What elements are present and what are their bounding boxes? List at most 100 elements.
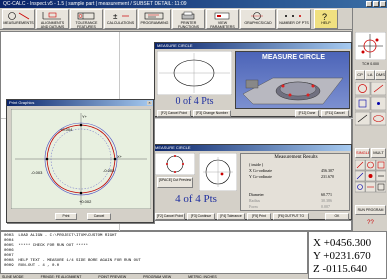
alignments-button[interactable]: ALIGNMENTS AND DATUMS: [36, 9, 69, 29]
part-3d-icon: [242, 77, 344, 105]
cp-button[interactable]: CP: [355, 70, 365, 80]
single-button[interactable]: SINGLE: [355, 148, 370, 158]
diameter-value: 60.771: [321, 192, 332, 197]
output-to-button[interactable]: [F6] OUTPUT TO: [273, 213, 309, 220]
print-cancel-button[interactable]: Cancel: [87, 213, 111, 220]
result-circle-preview: [155, 153, 195, 175]
measure-circle-illustration: MEASURE CIRCLE: [235, 51, 350, 109]
measure-circle-dialog: MEASURE CIRCLE 0 of 4 Pts MEASURE CIRCLE…: [154, 42, 352, 117]
print-graphics-dialog: Print Graphics × Y+ +0.004 -0.003 X+ -0.…: [6, 99, 154, 223]
measurements-button[interactable]: MEASUREMENTS: [2, 9, 35, 29]
radius-value: 30.386: [321, 198, 332, 203]
print-button[interactable]: Print: [55, 213, 77, 220]
continue-button[interactable]: [F3] Continue: [187, 213, 215, 220]
cut-preview-button[interactable]: [SPACE] Cut Preview: [157, 177, 193, 188]
help-icon: ?: [322, 12, 327, 21]
y-coordinate-label: Y Co-ordinate: [249, 174, 272, 179]
result-points-counter: 4 of 4 Pts: [175, 193, 217, 205]
feature-icons-grid[interactable]: [355, 82, 386, 140]
ok-button[interactable]: OK: [325, 213, 349, 220]
z-readout: Z -0115.640: [313, 263, 367, 275]
printer-functions-button[interactable]: PRINTER FUNCTIONS: [172, 9, 205, 29]
probe-crosshair-icon: [355, 32, 386, 60]
measurement-results-dialog: MEASURE CIRCLE [SPACE] Cut Preview 4 of …: [152, 144, 352, 220]
application-window: QC-CALC - Inspect.v5 - 1.5 | sample part…: [0, 0, 387, 279]
status-item: SLINE MODE: [2, 275, 24, 279]
tolerance-icon: [77, 12, 95, 20]
help-button[interactable]: ? HELP: [314, 9, 338, 29]
form-label: Form: [249, 204, 258, 209]
points-icon: [285, 15, 301, 17]
construct-icons-grid[interactable]: [355, 160, 386, 202]
plot-right-label: -0.003: [103, 168, 115, 173]
points-counter: 0 of 4 Pts: [175, 96, 214, 107]
done-button[interactable]: [F12] Done: [295, 110, 319, 117]
cancel-point-button[interactable]: [F2] Cancel Point: [157, 110, 191, 117]
align-icon: [42, 12, 61, 20]
svg-text:±: ±: [113, 12, 118, 21]
plot-y-axis-label: Y+: [82, 114, 88, 119]
measure-circle-heading: MEASURE CIRCLE: [261, 54, 325, 61]
change-number-button[interactable]: [F3] Change Number: [193, 110, 231, 117]
circle-preview: [157, 51, 232, 95]
cad-icon: [251, 12, 263, 20]
main-toolbar: MEASUREMENTS ALIGNMENTS AND DATUMS TOLER…: [0, 8, 352, 30]
minimize-button[interactable]: [366, 1, 372, 7]
y-coordinate-value: 231.670: [321, 174, 334, 179]
form-value: 0.007: [321, 204, 330, 209]
program-console[interactable]: 0003 LOAD ALIGN - C:\PROJECT\ITUM\CUSTOM…: [0, 231, 308, 279]
graphics-cad-button[interactable]: GRAPHICS/CAD: [240, 9, 276, 29]
print-graphics-title: Print Graphics: [7, 100, 153, 106]
y-readout: Y +0231.670: [313, 250, 371, 262]
view-icon: [214, 12, 230, 20]
title-bar: QC-CALC - Inspect.v5 - 1.5 | sample part…: [0, 0, 387, 8]
results-dialog-title: MEASURE CIRCLE: [153, 145, 351, 151]
calc-icon: ±: [113, 12, 129, 21]
diameter-label: Diameter: [249, 192, 264, 197]
svg-text:?: ?: [322, 12, 327, 21]
plot-bottom-label: +0.002: [79, 199, 92, 204]
right-panel: TCH 0.000 CP LA DMS SINGLE MULT RUN PROG…: [352, 8, 387, 231]
window-title: QC-CALC - Inspect.v5 - 1.5 | sample part…: [3, 1, 187, 7]
cancel-measure-button[interactable]: [F11] Cancel: [321, 110, 349, 117]
print-graphics-close-icon[interactable]: ×: [147, 101, 152, 105]
tch-readout: TCH 0.000: [362, 62, 379, 66]
status-item: METRIC: INCHES: [188, 275, 217, 279]
status-item: POINT PREVIEW: [98, 275, 127, 279]
tolerance-button[interactable]: TOLERANCE FEATURES: [70, 9, 103, 29]
results-cancel-point-button[interactable]: [F2] Cancel Point: [155, 213, 185, 220]
view-parameters-button[interactable]: VIEW PARAMETERS: [206, 9, 239, 29]
tolerance-results-button[interactable]: [F4] Tolerance: [217, 213, 245, 220]
console-line: 0009 RUN-OUT - 4 , 0.0: [4, 264, 60, 268]
measure-icon: [8, 12, 30, 20]
measure-circle-dialog-title: MEASURE CIRCLE: [155, 43, 351, 49]
run-program-button[interactable]: RUN PROGRAM: [355, 205, 386, 215]
x-readout: X +0456.300: [313, 237, 372, 249]
maximize-button[interactable]: [373, 1, 379, 7]
status-item: PROGRAM VIEW: [143, 275, 172, 279]
dms-button[interactable]: DMS: [375, 70, 386, 80]
calculations-button[interactable]: ± CALCULATIONS: [104, 9, 137, 29]
coordinate-readout: X +0456.300 Y +0231.670 Z -0115.640: [308, 231, 387, 279]
x-coordinate-value: 456.307: [321, 168, 334, 173]
results-heading: Measurement Results: [274, 155, 318, 160]
plot-x-axis-label: X+: [117, 154, 123, 159]
program-icon: [144, 12, 164, 20]
mult-button[interactable]: MULT: [371, 148, 386, 158]
close-button[interactable]: [380, 1, 386, 7]
status-item: FRINGE: FE ALIGNMENT: [40, 275, 82, 279]
x-coordinate-label: X Co-ordinate: [249, 168, 272, 173]
plot-top-label: +0.004: [60, 127, 73, 132]
number-of-points-button[interactable]: NUMBER OF PTS: [277, 9, 311, 29]
measurement-mode: ( inside ): [249, 162, 264, 167]
status-bar: SLINE MODE FRINGE: FE ALIGNMENT POINT PR…: [0, 273, 308, 279]
result-detail-icon: [199, 153, 237, 191]
printer-icon: [181, 11, 195, 20]
print-results-button[interactable]: [F5] Print: [247, 213, 271, 220]
programming-button[interactable]: PROGRAMMING: [138, 9, 171, 29]
results-panel: Measurement Results ( inside ) X Co-ordi…: [240, 153, 350, 211]
radius-label: Radius: [249, 198, 261, 203]
status-indicator: ??: [367, 220, 374, 226]
plot-left-label: -0.003: [31, 170, 43, 175]
la-button[interactable]: LA: [365, 70, 375, 80]
